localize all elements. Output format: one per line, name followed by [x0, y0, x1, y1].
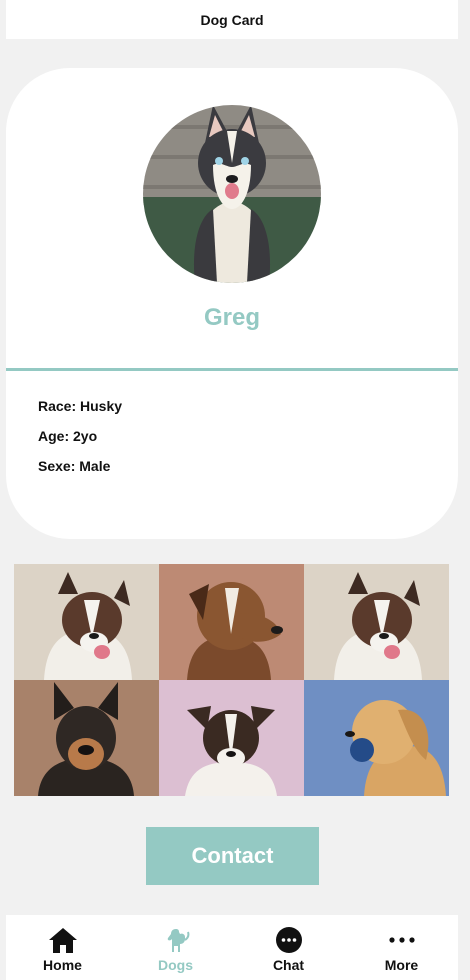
dog-profile-card: Greg Race: Husky Age: 2yo Sexe: Male: [6, 68, 458, 539]
contact-button[interactable]: Contact: [146, 827, 319, 885]
dog-icon: [162, 925, 190, 955]
gallery-photo-5[interactable]: [159, 680, 304, 796]
tab-home[interactable]: Home: [13, 915, 113, 973]
bottom-tab-bar: Home Dogs Chat More: [6, 915, 458, 980]
tab-chat-label: Chat: [272, 957, 305, 973]
gallery-photo-4[interactable]: [14, 680, 159, 796]
gallery-photo-6[interactable]: [304, 680, 449, 796]
dog-photo-gallery: [14, 564, 449, 796]
tab-home-label: Home: [43, 957, 82, 973]
tab-chat[interactable]: Chat: [239, 915, 339, 973]
app-header: Dog Card: [6, 0, 458, 39]
chat-icon: [275, 925, 303, 955]
gallery-photo-3[interactable]: [304, 564, 449, 680]
dog-sex: Sexe: Male: [38, 458, 111, 474]
card-divider: [6, 368, 458, 371]
tab-dogs-label: Dogs: [158, 957, 193, 973]
dog-race: Race: Husky: [38, 398, 123, 414]
page-title: Dog Card: [200, 11, 264, 28]
dog-age: Age: 2yo: [38, 428, 98, 444]
home-icon: [48, 925, 78, 955]
dog-name: Greg: [203, 304, 260, 331]
tab-more[interactable]: More: [352, 915, 452, 973]
tab-dogs[interactable]: Dogs: [126, 915, 226, 973]
gallery-photo-2[interactable]: [159, 564, 304, 680]
dog-details: Race: Husky Age: 2yo Sexe: Male: [38, 398, 122, 488]
more-icon: [387, 925, 417, 955]
gallery-photo-1[interactable]: [14, 564, 159, 680]
dog-avatar: [143, 105, 321, 283]
tab-more-label: More: [384, 957, 419, 973]
